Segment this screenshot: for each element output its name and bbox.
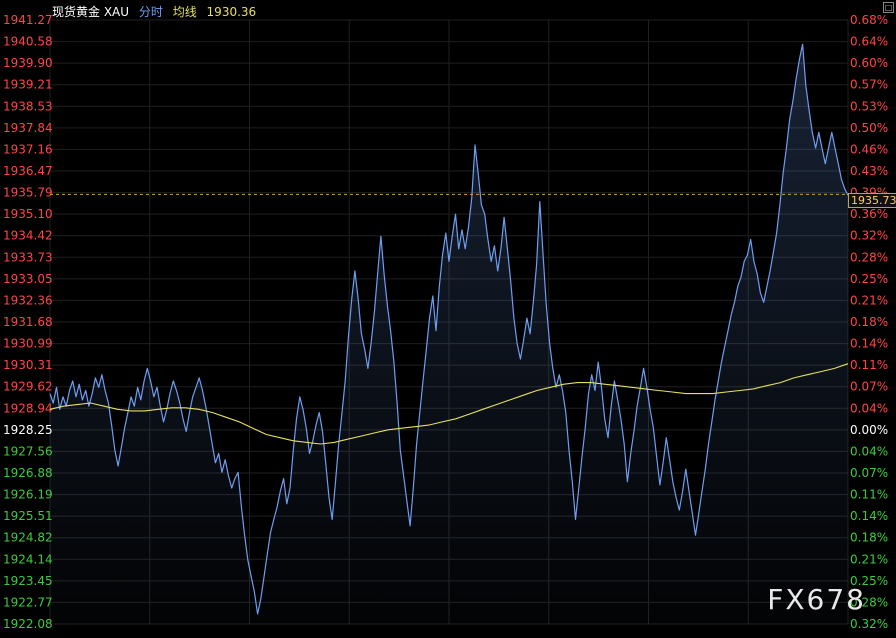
avg-value: 1930.36: [206, 5, 257, 19]
y-tick-label-left: 1941.27: [3, 13, 53, 27]
y-tick-label-left: 1923.45: [3, 574, 53, 588]
chart-header: 现货黄金 XAU 分时 均线 1930.36: [52, 3, 262, 20]
y-tick-label-left: 1935.79: [3, 186, 53, 200]
y-tick-label-left: 1930.99: [3, 337, 53, 351]
y-tick-label-right: 0.07%: [850, 380, 888, 394]
y-tick-label-right: 0.14%: [850, 509, 888, 523]
y-tick-label-right: 0.28%: [850, 250, 888, 264]
y-tick-label-right: 0.32%: [850, 617, 888, 631]
y-tick-label-right: 0.53%: [850, 99, 888, 113]
current-price-tag: 1935.73: [848, 193, 896, 209]
y-tick-label-right: 0.21%: [850, 293, 888, 307]
y-tick-label-left: 1924.82: [3, 531, 53, 545]
y-tick-label-right: 0.14%: [850, 337, 888, 351]
watermark-logo: FX678: [767, 583, 866, 616]
y-tick-label-right: 0.46%: [850, 142, 888, 156]
y-tick-label-right: 0.32%: [850, 229, 888, 243]
y-tick-label-right: 0.04%: [850, 401, 888, 415]
y-tick-label-left: 1932.36: [3, 293, 53, 307]
y-tick-label-left: 1935.10: [3, 207, 53, 221]
y-tick-label-left: 1933.05: [3, 272, 53, 286]
y-tick-label-left: 1922.77: [3, 595, 53, 609]
y-tick-label-left: 1938.53: [3, 99, 53, 113]
instrument-name: 现货黄金 XAU: [52, 5, 130, 19]
maximize-icon[interactable]: □: [883, 2, 894, 13]
y-tick-label-right: 0.07%: [850, 466, 888, 480]
y-tick-label-left: 1937.84: [3, 121, 53, 135]
y-tick-label-left: 1939.21: [3, 78, 53, 92]
y-tick-label-left: 1934.42: [3, 229, 53, 243]
y-tick-label-left: 1939.90: [3, 56, 53, 70]
y-tick-label-left: 1930.31: [3, 358, 53, 372]
y-tick-label-left: 1922.08: [3, 617, 53, 631]
y-tick-label-left: 1926.88: [3, 466, 53, 480]
y-tick-label-left: 1925.51: [3, 509, 53, 523]
y-tick-label-left: 1936.47: [3, 164, 53, 178]
y-tick-label-right: 0.57%: [850, 78, 888, 92]
avg-label: 均线: [172, 5, 197, 19]
y-tick-label-left: 1937.16: [3, 142, 53, 156]
y-tick-label-left: 1928.94: [3, 401, 53, 415]
y-tick-label-left: 1940.58: [3, 35, 53, 49]
y-tick-label-left: 1924.14: [3, 552, 53, 566]
chart-canvas[interactable]: 1941.27 1940.58 1939.90 1939.21 1938.53 1937.…: [0, 0, 896, 634]
y-tick-label-left: 1926.19: [3, 488, 53, 502]
y-tick-label-right: 0.00%: [850, 423, 888, 437]
y-tick-label-right: 0.04%: [850, 444, 888, 458]
y-tick-label-right: 0.43%: [850, 164, 888, 178]
y-tick-label-left: 1929.62: [3, 380, 53, 394]
y-tick-label-left: 1933.73: [3, 250, 53, 264]
y-tick-label-right: 0.50%: [850, 121, 888, 135]
y-tick-label-right: 0.60%: [850, 56, 888, 70]
y-tick-label-right: 0.68%: [850, 13, 888, 27]
mode-label[interactable]: 分时: [139, 5, 163, 19]
intraday-chart[interactable]: 1941.27 1940.58 1939.90 1939.21 1938.53 1937.…: [0, 0, 896, 634]
y-tick-label-right: 0.11%: [850, 358, 888, 372]
y-tick-label-right: 0.21%: [850, 552, 888, 566]
y-tick-label-right: 0.11%: [850, 488, 888, 502]
y-tick-label-left: 1928.25: [3, 423, 53, 437]
y-tick-label-left: 1931.68: [3, 315, 53, 329]
y-tick-label-right: 0.25%: [850, 272, 888, 286]
y-tick-label-left: 1927.56: [3, 444, 53, 458]
y-tick-label-right: 0.36%: [850, 207, 888, 221]
y-tick-label-right: 0.18%: [850, 531, 888, 545]
y-tick-label-right: 0.64%: [850, 35, 888, 49]
y-tick-label-right: 0.18%: [850, 315, 888, 329]
